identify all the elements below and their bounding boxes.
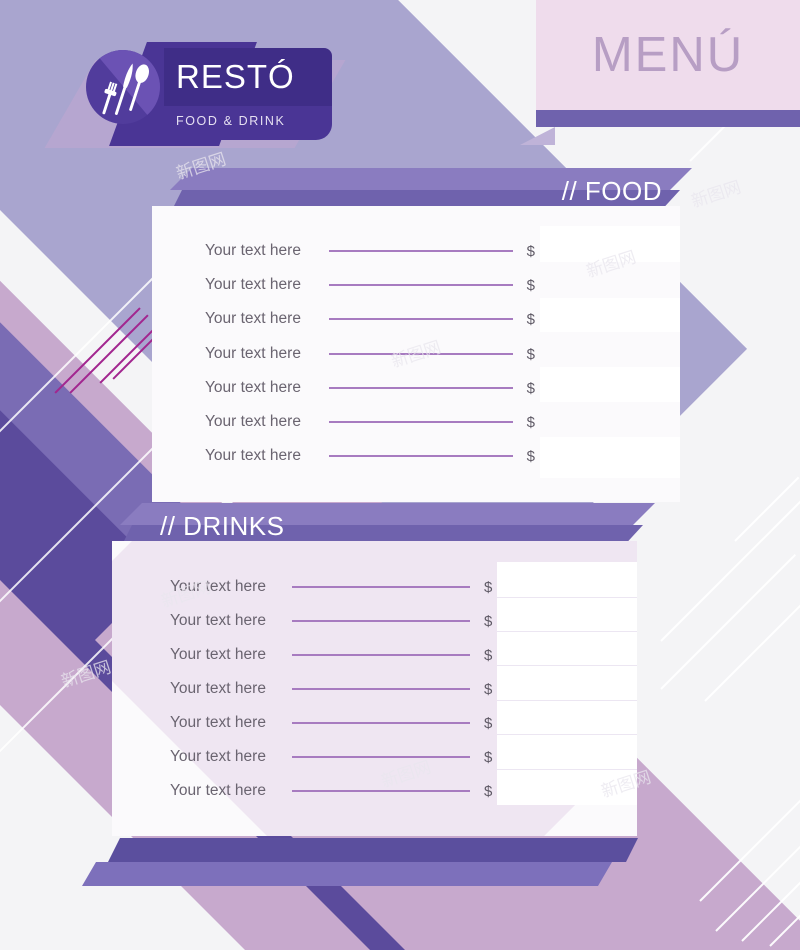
food-item-currency: $ [526,345,535,363]
food-item-dotted-line [328,353,513,355]
drinks-item-dotted-line [291,688,470,690]
food-item-currency: $ [526,447,535,465]
food-item-dotted-line [328,318,513,320]
drinks-item-dotted-line [291,722,470,724]
food-item-currency: $ [526,413,535,431]
drinks-price-sep-3 [497,665,637,666]
food-item-label: Your text here [205,413,301,430]
table-row[interactable]: Your text here $ [170,604,500,638]
food-item-dotted-line [328,455,513,457]
drinks-item-currency: $ [483,578,493,596]
food-item-label: Your text here [205,310,301,327]
drinks-item-currency: $ [483,714,493,732]
table-row[interactable]: Your text here $ [205,234,535,268]
table-row[interactable]: Your text here $ [205,371,535,405]
table-row[interactable]: Your text here $ [170,740,500,774]
diagonal-band-lilac-right [700,0,800,950]
food-item-label: Your text here [205,276,301,293]
food-item-label: Your text here [205,242,301,259]
food-item-label: Your text here [205,447,301,464]
food-item-dotted-line [328,250,513,252]
food-item-dotted-line [328,284,513,286]
drinks-item-currency: $ [483,680,493,698]
food-item-dotted-line [328,421,513,423]
table-row[interactable]: Your text here $ [205,302,535,336]
drinks-item-currency: $ [483,646,493,664]
footer-bar-dark [108,838,638,862]
food-item-currency: $ [526,276,535,294]
food-item-label: Your text here [205,379,301,396]
food-item-currency: $ [526,242,535,260]
drinks-item-dotted-line [291,586,470,588]
brand-name: RESTÓ [176,58,295,95]
accent-line-white-3 [704,594,800,702]
table-row[interactable]: Your text here $ [170,638,500,672]
table-row[interactable]: Your text here $ [170,774,500,808]
food-item-dotted-line [328,387,513,389]
food-price-band-3 [540,402,680,437]
drinks-item-label: Your text here [170,782,266,799]
drinks-item-label: Your text here [170,680,266,697]
menu-poster: MENÚ RESTÓ FOOD & DRINK // FOOD Your tex… [0,0,800,950]
drinks-price-sep-1 [497,597,637,598]
table-row[interactable]: Your text here $ [170,570,500,604]
table-row[interactable]: Your text here $ [170,672,500,706]
food-item-currency: $ [526,310,535,328]
cutlery-icon [102,63,149,115]
drinks-item-dotted-line [291,790,470,792]
food-item-currency: $ [526,379,535,397]
food-item-label: Your text here [205,345,301,362]
drinks-item-label: Your text here [170,714,266,731]
drinks-item-dotted-line [291,756,470,758]
brand-tagline: FOOD & DRINK [176,114,286,128]
drinks-item-currency: $ [483,782,493,800]
brand-logo[interactable]: RESTÓ FOOD & DRINK [44,42,346,148]
drinks-item-label: Your text here [170,612,266,629]
drinks-item-dotted-line [291,654,470,656]
table-row[interactable]: Your text here $ [205,337,535,371]
drinks-item-currency: $ [483,612,493,630]
drinks-item-label: Your text here [170,646,266,663]
drinks-price-sep-2 [497,631,637,632]
drinks-item-dotted-line [291,620,470,622]
table-row[interactable]: Your text here $ [205,405,535,439]
drinks-item-label: Your text here [170,578,266,595]
footer-bar-light [82,862,612,886]
food-price-band-1 [540,262,680,298]
drinks-price-sep-5 [497,734,637,735]
drinks-price-sep-4 [497,700,637,701]
drinks-price-sep-6 [497,769,637,770]
table-row[interactable]: Your text here $ [170,706,500,740]
menu-title-underbar [536,110,800,127]
page-title: MENÚ [591,28,745,82]
drinks-item-label: Your text here [170,748,266,765]
food-price-band-2 [540,332,680,367]
table-row[interactable]: Your text here $ [205,439,535,473]
table-row[interactable]: Your text here $ [205,268,535,302]
drinks-item-currency: $ [483,748,493,766]
